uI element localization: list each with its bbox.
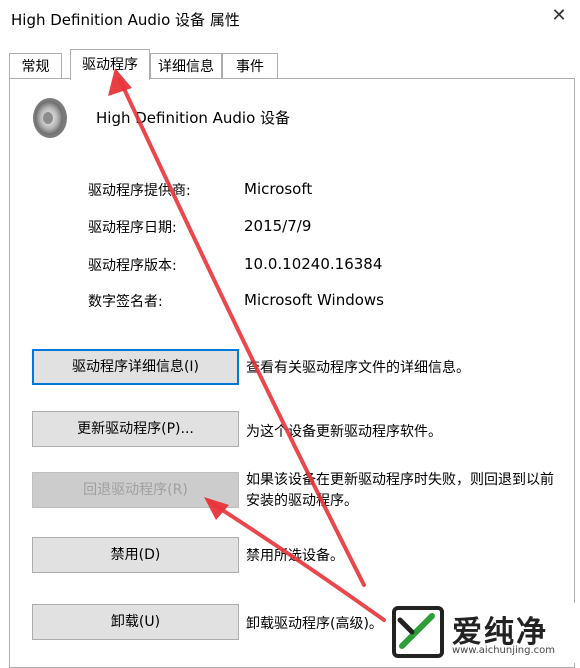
tab-details[interactable]: 详细信息 — [150, 53, 222, 79]
driver-details-desc: 查看有关驱动程序文件的详细信息。 — [246, 360, 470, 376]
device-name: High Definition Audio 设备 — [96, 109, 291, 127]
speaker-icon — [33, 98, 67, 138]
tab-driver[interactable]: 驱动程序 — [70, 49, 150, 80]
uninstall-device-button[interactable]: 卸载(U) — [32, 604, 239, 640]
date-label: 驱动程序日期: — [88, 220, 177, 236]
version-label: 驱动程序版本: — [88, 258, 177, 274]
update-driver-desc: 为这个设备更新驱动程序软件。 — [246, 424, 442, 440]
roll-back-driver-button: 回退驱动程序(R) — [32, 472, 239, 508]
provider-value: Microsoft — [244, 180, 313, 198]
tab-general[interactable]: 常规 — [9, 53, 62, 79]
tab-strip: 常规 驱动程序 详细信息 事件 — [9, 49, 575, 80]
watermark-url: www.aichunjing.com — [452, 645, 555, 656]
title-bar: High Definition Audio 设备 属性 ✕ — [0, 0, 580, 36]
close-icon[interactable]: ✕ — [548, 5, 570, 27]
signer-label: 数字签名者: — [88, 294, 163, 310]
driver-details-button[interactable]: 驱动程序详细信息(I) — [32, 349, 239, 385]
signer-value: Microsoft Windows — [244, 291, 384, 309]
update-driver-button[interactable]: 更新驱动程序(P)... — [32, 411, 239, 447]
version-value: 10.0.10240.16384 — [244, 255, 383, 273]
disable-device-desc: 禁用所选设备。 — [246, 548, 344, 564]
logo-mark-icon — [392, 606, 444, 658]
roll-back-driver-desc: 如果该设备在更新驱动程序时失败，则回退到以前安装的驱动程序。 — [246, 472, 554, 509]
date-value: 2015/7/9 — [244, 217, 312, 235]
watermark-logo: 爱纯净 www.aichunjing.com — [388, 603, 580, 663]
provider-label: 驱动程序提供商: — [88, 183, 191, 199]
disable-device-button[interactable]: 禁用(D) — [32, 537, 239, 573]
tab-events[interactable]: 事件 — [222, 53, 278, 79]
window-title: High Definition Audio 设备 属性 — [11, 11, 240, 29]
